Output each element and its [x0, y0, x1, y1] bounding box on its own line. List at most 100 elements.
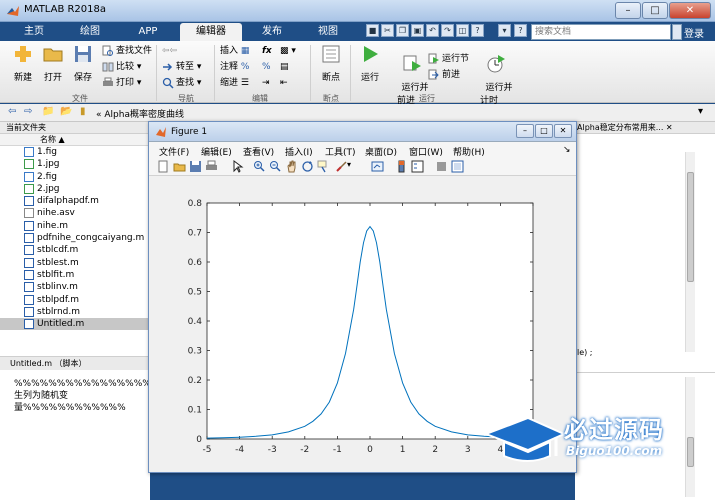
tab-plots[interactable]: 绘图: [70, 23, 110, 41]
figure-close-button[interactable]: ✕: [554, 124, 572, 138]
rotate-3d-icon[interactable]: [301, 160, 314, 173]
file-list-item[interactable]: stblcdf.m: [0, 244, 150, 256]
login-link[interactable]: 登录: [684, 25, 704, 40]
forward-arrow-icon[interactable]: ⇨: [24, 106, 32, 117]
close-button[interactable]: ✕: [669, 2, 711, 19]
insert-colorbar-icon[interactable]: [395, 160, 408, 173]
indent-button[interactable]: 缩进 ☰: [220, 77, 249, 89]
brush-dropdown-icon[interactable]: ▾: [347, 160, 360, 173]
advance-button[interactable]: 前进: [428, 69, 460, 81]
file-list-item[interactable]: 2.jpg: [0, 183, 150, 195]
help-question-icon[interactable]: ?: [514, 24, 527, 37]
file-list-item[interactable]: nihe.m: [0, 220, 150, 232]
figure-maximize-button[interactable]: □: [535, 124, 553, 138]
axes-box[interactable]: [206, 202, 534, 440]
file-list-item[interactable]: 1.fig: [0, 146, 150, 158]
search-icon[interactable]: [672, 24, 682, 40]
menu-view[interactable]: 查看(V): [243, 145, 274, 158]
file-list-item[interactable]: 1.jpg: [0, 158, 150, 170]
minimize-button[interactable]: –: [615, 2, 641, 19]
tab-view[interactable]: 视图: [306, 23, 350, 41]
uncomment-icon[interactable]: %: [262, 61, 271, 73]
quick-cut-icon[interactable]: ✂: [381, 24, 394, 37]
insert-legend-icon[interactable]: [411, 160, 424, 173]
editor-tab-header[interactable]: Alpha稳定分布常用来... ✕: [575, 122, 715, 134]
data-cursor-icon[interactable]: [317, 160, 330, 173]
new-figure-icon[interactable]: [157, 160, 170, 173]
file-list-item[interactable]: stblfit.m: [0, 269, 150, 281]
figure-minimize-button[interactable]: –: [516, 124, 534, 138]
compare-button[interactable]: 比较 ▾: [102, 61, 141, 73]
up-folder-icon[interactable]: 📁: [42, 106, 54, 117]
help-icon[interactable]: ?: [471, 24, 484, 37]
quick-save-icon[interactable]: ■: [366, 24, 379, 37]
run-button[interactable]: 运行: [356, 43, 384, 83]
tab-editor[interactable]: 编辑器: [180, 23, 242, 41]
comment-button[interactable]: 注释 %: [220, 61, 249, 73]
find-button[interactable]: 查找 ▾: [162, 77, 201, 89]
menu-tools[interactable]: 工具(T): [325, 145, 356, 158]
file-list-item[interactable]: difalphapdf.m: [0, 195, 150, 207]
pan-hand-icon[interactable]: [285, 160, 298, 173]
increase-indent-icon[interactable]: ⇥: [262, 77, 270, 89]
file-list-item[interactable]: Untitled.m: [0, 318, 150, 331]
insert-button[interactable]: 插入 ▦: [220, 45, 249, 57]
menu-edit[interactable]: 编辑(E): [201, 145, 232, 158]
save-button[interactable]: 保存: [70, 43, 96, 83]
current-path[interactable]: « Alpha概率密度曲线: [96, 107, 184, 120]
file-list-item[interactable]: stblpdf.m: [0, 294, 150, 306]
goto-label: 转至: [176, 62, 195, 72]
file-list-item[interactable]: 2.fig: [0, 171, 150, 183]
menu-window[interactable]: 窗口(W): [409, 145, 443, 158]
tab-publish[interactable]: 发布: [250, 23, 294, 41]
find-files-button[interactable]: 查找文件: [102, 45, 152, 57]
show-plot-tools-icon[interactable]: [451, 160, 464, 173]
hide-plot-tools-icon[interactable]: [435, 160, 448, 173]
print-button[interactable]: 打印 ▾: [102, 77, 141, 89]
tab-apps[interactable]: APP: [126, 23, 170, 41]
name-column-header[interactable]: 名称 ▲: [0, 134, 150, 146]
editor-scrollbar[interactable]: [685, 152, 695, 352]
save-figure-icon[interactable]: [189, 160, 202, 173]
tab-home[interactable]: 主页: [14, 23, 54, 41]
maximize-button[interactable]: □: [642, 2, 668, 19]
file-list-item[interactable]: nihe.asv: [0, 207, 150, 219]
wrap-comment-icon[interactable]: ▤: [280, 61, 289, 73]
cell-format-icon[interactable]: ▩ ▾: [280, 45, 296, 57]
print-figure-icon[interactable]: [205, 160, 218, 173]
search-documentation-input[interactable]: 搜索文档: [531, 24, 671, 40]
open-button[interactable]: 打开: [40, 43, 66, 83]
redo-icon[interactable]: ↷: [441, 24, 454, 37]
edit-plot-pointer-icon[interactable]: [231, 160, 244, 173]
zoom-in-icon[interactable]: [253, 160, 266, 173]
path-dropdown-icon[interactable]: ▾: [698, 106, 703, 117]
menu-file[interactable]: 文件(F): [159, 145, 189, 158]
expand-icon[interactable]: ▾: [498, 24, 511, 37]
back-nav-icon[interactable]: ⇦⇦: [162, 45, 177, 57]
breakpoints-button[interactable]: 断点: [316, 43, 346, 83]
decrease-indent-icon[interactable]: ⇤: [280, 77, 288, 89]
file-list-item[interactable]: stblest.m: [0, 257, 150, 269]
goto-button[interactable]: 转至 ▾: [162, 61, 201, 73]
zoom-out-icon[interactable]: [269, 160, 282, 173]
quick-paste-icon[interactable]: ▣: [411, 24, 424, 37]
file-list-item[interactable]: stblrnd.m: [0, 306, 150, 318]
close-tab-icon[interactable]: ✕: [666, 123, 673, 132]
link-plot-icon[interactable]: [371, 160, 384, 173]
back-arrow-icon[interactable]: ⇦: [8, 106, 16, 117]
fx-button[interactable]: fx: [262, 45, 272, 57]
file-list-item[interactable]: pdfnihe_congcaiyang.m: [0, 232, 150, 244]
file-list-item[interactable]: stblinv.m: [0, 281, 150, 293]
scrollbar-thumb[interactable]: [687, 172, 694, 282]
menu-insert[interactable]: 插入(I): [285, 145, 313, 158]
undo-icon[interactable]: ↶: [426, 24, 439, 37]
open-file-icon[interactable]: [173, 160, 186, 173]
new-button[interactable]: 新建: [10, 43, 36, 83]
browse-folder-icon[interactable]: 📂: [60, 106, 72, 117]
menu-help[interactable]: 帮助(H): [453, 145, 485, 158]
run-section-button[interactable]: 运行节: [428, 53, 469, 65]
quick-copy-icon[interactable]: ❐: [396, 24, 409, 37]
switch-windows-icon[interactable]: ◫: [456, 24, 469, 37]
menu-desktop[interactable]: 桌面(D): [365, 145, 397, 158]
menu-dock-icon[interactable]: ↘: [563, 145, 571, 155]
